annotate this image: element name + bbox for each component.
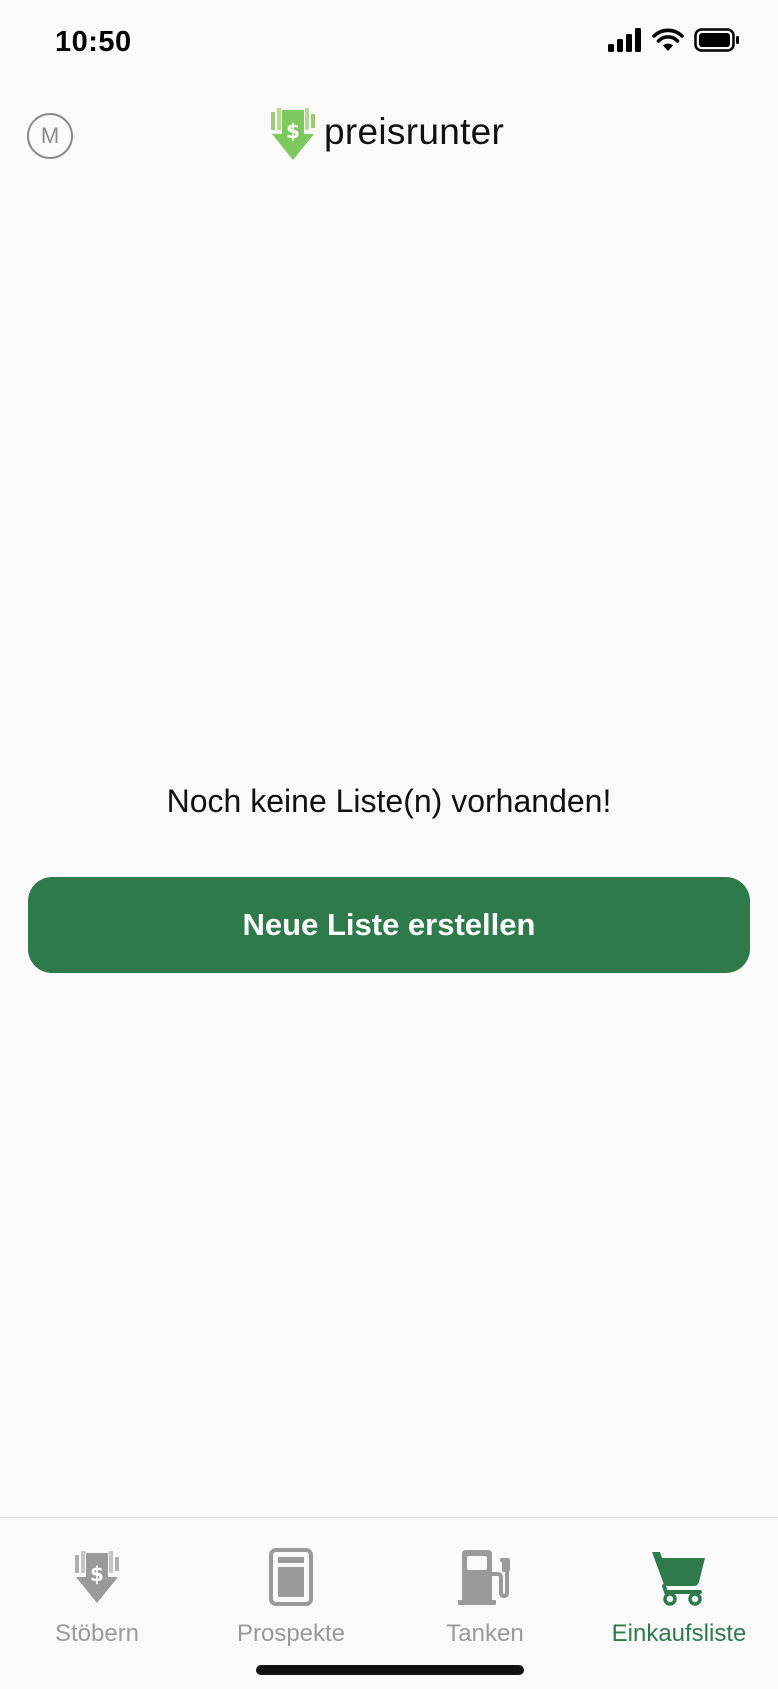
bottom-tab-bar: $ Stöbern Prospekte Tanken Einkaufsliste bbox=[0, 1517, 778, 1689]
brand-logo: $ preisrunter bbox=[268, 104, 504, 164]
profile-avatar-button[interactable]: M bbox=[27, 113, 73, 159]
avatar-initial: M bbox=[40, 123, 60, 148]
price-down-icon: $ bbox=[75, 1551, 119, 1603]
empty-state-message: Noch keine Liste(n) vorhanden! bbox=[166, 783, 612, 819]
fuel-pump-icon bbox=[458, 1550, 510, 1605]
tab-tanken[interactable]: Tanken bbox=[388, 1546, 582, 1656]
brand-name: preisrunter bbox=[324, 111, 505, 152]
cellular-signal-icon bbox=[608, 28, 641, 52]
svg-text:$: $ bbox=[286, 119, 300, 143]
cart-icon bbox=[652, 1552, 705, 1606]
preisrunter-logo-icon: $ bbox=[271, 108, 315, 160]
new-list-button[interactable]: Neue Liste erstellen bbox=[28, 877, 750, 973]
brochure-icon bbox=[269, 1548, 313, 1606]
status-icons bbox=[608, 26, 740, 54]
tab-prospekte[interactable]: Prospekte bbox=[194, 1546, 388, 1656]
svg-text:$: $ bbox=[90, 1562, 104, 1586]
battery-icon bbox=[694, 28, 739, 52]
tab-label: Stöbern bbox=[54, 1620, 140, 1647]
tab-label: Tanken bbox=[446, 1620, 524, 1647]
tab-einkaufsliste[interactable]: Einkaufsliste bbox=[582, 1546, 776, 1656]
app-header: M $ preisrunter bbox=[0, 98, 778, 168]
wifi-icon bbox=[652, 28, 684, 51]
tab-label: Prospekte bbox=[236, 1620, 346, 1647]
tab-stoebern[interactable]: $ Stöbern bbox=[0, 1546, 194, 1656]
home-indicator[interactable] bbox=[256, 1665, 524, 1675]
status-time: 10:50 bbox=[55, 26, 132, 58]
status-bar: 10:50 bbox=[0, 0, 778, 90]
tab-label: Einkaufsliste bbox=[611, 1620, 747, 1647]
